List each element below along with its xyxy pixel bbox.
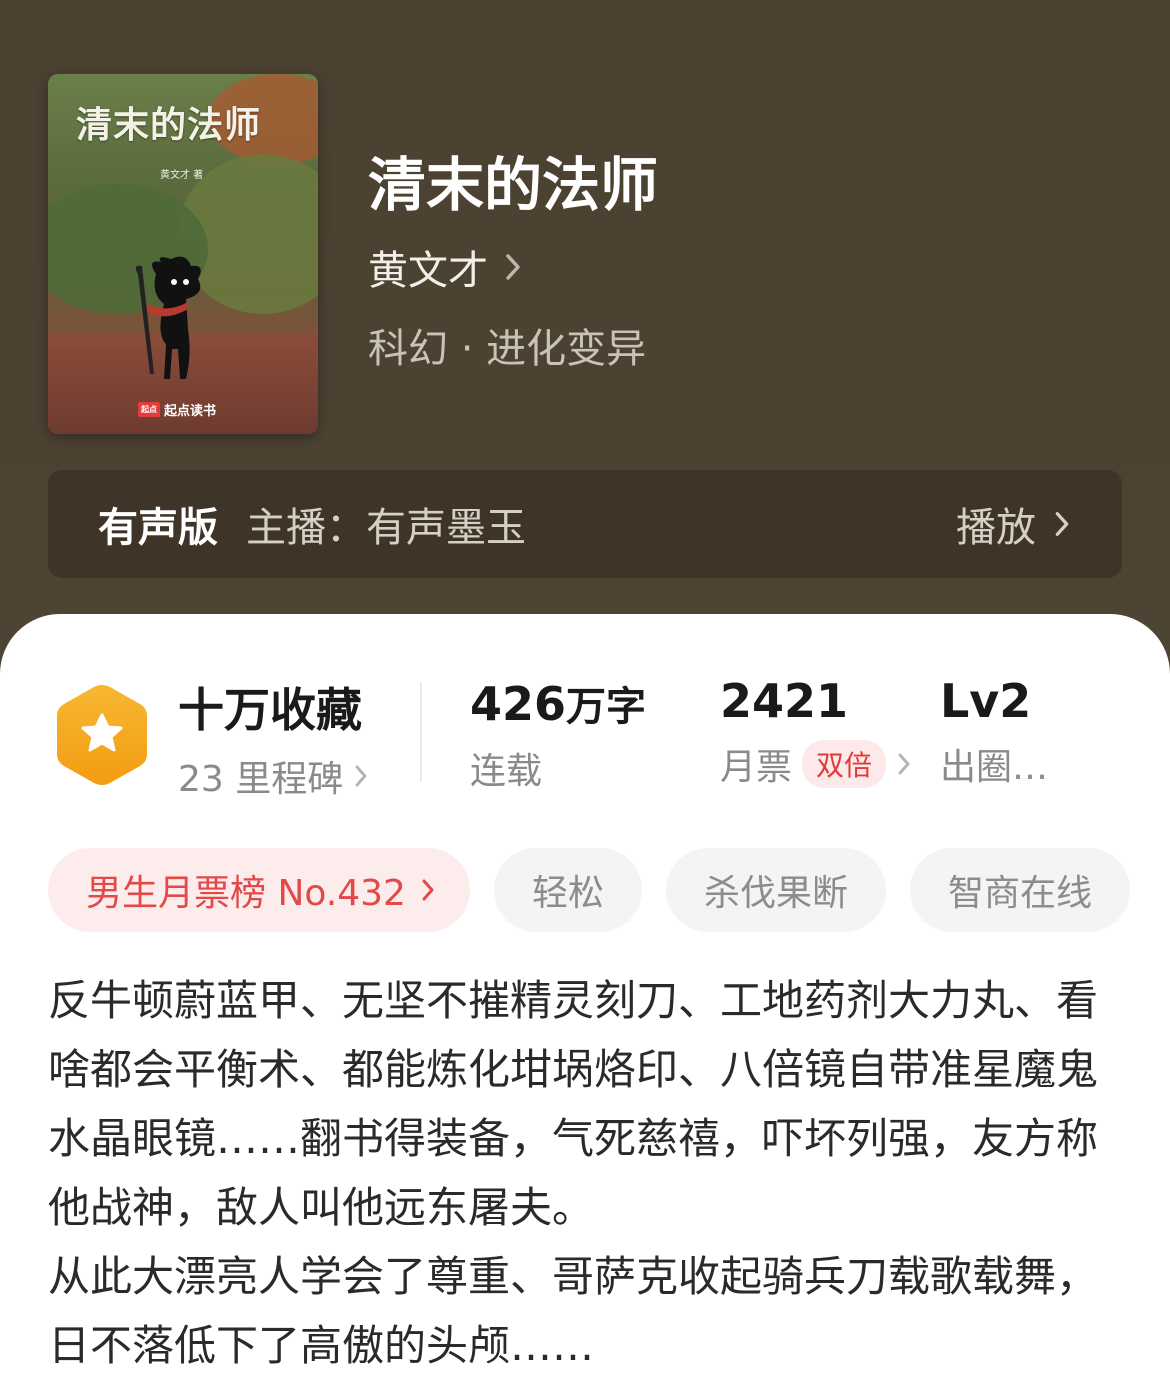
tag-row: 男生月票榜 No.432 轻松 杀伐果断 智商在线 bbox=[48, 848, 1130, 932]
stat-divider bbox=[420, 682, 422, 782]
tag-smart[interactable]: 智商在线 bbox=[909, 848, 1130, 932]
book-title: 清末的法师 bbox=[368, 151, 659, 219]
chevron-right-icon bbox=[355, 765, 367, 787]
publisher-logo: 起点 bbox=[138, 402, 160, 417]
milestone-label: 23 里程碑 bbox=[178, 759, 344, 800]
double-badge: 双倍 bbox=[802, 740, 887, 788]
chevron-right-icon bbox=[506, 254, 520, 280]
collection-count: 十万收藏 bbox=[178, 683, 362, 737]
level-label: 出圈… bbox=[940, 747, 1049, 788]
synopsis-paragraph: 从此大漂亮人学会了尊重、哥萨克收起骑兵刀载歌载舞，日不落低下了高傲的头颅…… bbox=[48, 1252, 1099, 1370]
author-link[interactable]: 黄文才 bbox=[368, 238, 524, 296]
collection-stat[interactable]: 十万收藏 23 里程碑 bbox=[178, 674, 369, 802]
book-synopsis[interactable]: 反牛顿蔚蓝甲、无坚不摧精灵刻刀、工地药剂大力丸、看啥都会平衡术、都能炼化坩埚烙印… bbox=[48, 966, 1128, 1380]
chevron-right-icon bbox=[1055, 512, 1069, 536]
word-count-stat: 426万字 连载 bbox=[470, 674, 646, 794]
monthly-ticket-label: 月票 bbox=[720, 747, 793, 788]
serial-status: 连载 bbox=[470, 751, 543, 792]
star-hexagon-icon bbox=[57, 685, 147, 785]
book-detail-card: 十万收藏 23 里程碑 426万字 连载 2421 月票 双倍 Lv2 出圈… … bbox=[0, 614, 1170, 1396]
play-label: 播放 bbox=[956, 505, 1036, 551]
monthly-ticket-link[interactable]: 月票 双倍 bbox=[720, 738, 912, 790]
cover-figure-illustration bbox=[135, 256, 201, 379]
cover-author: 黄文才 著 bbox=[160, 170, 204, 181]
cover-publisher: 起点 起点读书 bbox=[138, 400, 216, 419]
author-name: 黄文才 bbox=[368, 248, 488, 294]
word-count: 426万字 bbox=[470, 674, 646, 732]
rank-tag[interactable]: 男生月票榜 No.432 bbox=[48, 848, 470, 932]
word-count-unit: 万字 bbox=[566, 684, 647, 730]
monthly-ticket-stat[interactable]: 2421 月票 双倍 bbox=[720, 674, 912, 790]
rank-label: 男生月票榜 No.432 bbox=[86, 873, 406, 914]
play-button[interactable]: 播放 bbox=[956, 495, 1072, 553]
audio-version-label: 有声版 bbox=[98, 505, 218, 551]
tag-relaxed[interactable]: 轻松 bbox=[493, 848, 642, 932]
synopsis-paragraph: 反牛顿蔚蓝甲、无坚不摧精灵刻刀、工地药剂大力丸、看啥都会平衡术、都能炼化坩埚烙印… bbox=[48, 976, 1099, 1232]
level-value: Lv2 bbox=[940, 674, 1032, 728]
audio-version-bar[interactable]: 有声版 主播：有声墨玉 播放 bbox=[48, 470, 1122, 578]
monthly-ticket-count: 2421 bbox=[720, 674, 849, 728]
book-genre[interactable]: 科幻 · 进化变异 bbox=[368, 316, 646, 374]
milestone-link[interactable]: 23 里程碑 bbox=[178, 750, 369, 802]
book-header: 清末的法师 黄文才 著 起点 起点读书 清末的法师 黄文才 科幻 · 进化变异 … bbox=[0, 0, 1170, 700]
audio-host: 主播：有声墨玉 bbox=[246, 505, 526, 551]
tag-decisive[interactable]: 杀伐果断 bbox=[665, 848, 886, 932]
publisher-name: 起点读书 bbox=[164, 404, 217, 419]
book-cover[interactable]: 清末的法师 黄文才 著 起点 起点读书 bbox=[48, 74, 318, 434]
word-count-value: 426 bbox=[470, 677, 567, 731]
chevron-right-icon bbox=[898, 753, 910, 775]
chevron-right-icon bbox=[422, 879, 434, 901]
level-stat[interactable]: Lv2 出圈… bbox=[940, 674, 1048, 790]
cover-title: 清末的法师 bbox=[76, 104, 262, 146]
